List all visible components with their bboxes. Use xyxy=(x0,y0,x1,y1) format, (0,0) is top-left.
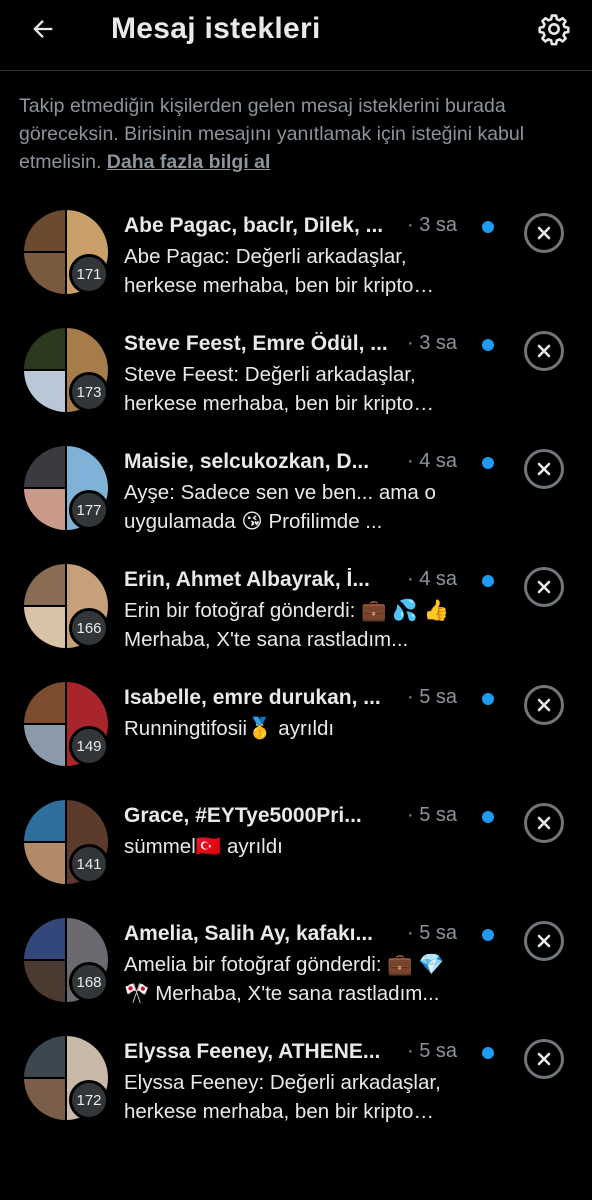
close-icon xyxy=(537,698,551,712)
avatar-image xyxy=(24,682,65,723)
conversation-name: Abe Pagac, baclr, Dilek, ... xyxy=(124,214,384,237)
request-row[interactable]: 168 Amelia, Salih Ay, kafakı... · 5 sa Amel… xyxy=(0,912,592,1030)
request-row[interactable]: 141 Grace, #EYTye5000Pri... · 5 sa sümmel🇹🇷… xyxy=(0,794,592,912)
close-icon xyxy=(537,462,551,476)
dismiss-button[interactable] xyxy=(524,567,564,607)
message-preview: Erin bir fotoğraf gönderdi: 💼 💦 👍 Merhab… xyxy=(124,599,449,651)
avatar-image xyxy=(24,371,65,412)
request-row[interactable]: 166 Erin, Ahmet Albayrak, İ... · 4 sa Erin … xyxy=(0,558,592,676)
unread-dot xyxy=(482,339,494,351)
settings-button[interactable] xyxy=(534,10,574,48)
avatar-image xyxy=(24,210,65,251)
unread-dot xyxy=(482,221,494,233)
message-preview: Elyssa Feeney: Değerli arkadaşlar, herke… xyxy=(124,1071,441,1123)
conversation-name: Erin, Ahmet Albayrak, İ... xyxy=(124,568,370,591)
member-count-badge: 141 xyxy=(69,844,109,884)
avatar-image xyxy=(24,446,65,487)
message-preview: Steve Feest: Değerli arkadaşlar, herkese… xyxy=(124,363,416,415)
message-preview: Runningtifosii🥇 ayrıldı xyxy=(124,717,335,740)
member-count-badge: 149 xyxy=(69,726,109,766)
dismiss-button[interactable] xyxy=(524,921,564,961)
page-title: Mesaj istekleri xyxy=(111,12,321,45)
dismiss-button[interactable] xyxy=(524,803,564,843)
avatar-image xyxy=(24,961,65,1002)
avatar-image xyxy=(24,253,65,294)
member-count-badge: 172 xyxy=(69,1080,109,1120)
timestamp: · 5 sa xyxy=(407,686,458,708)
message-preview: Ayşe: Sadece sen ve ben... ama o uygulam… xyxy=(124,481,436,533)
dismiss-button[interactable] xyxy=(524,213,564,253)
avatar-image xyxy=(24,725,65,766)
learn-more-link[interactable]: Daha fazla bilgi al xyxy=(107,151,271,173)
conversation-name: Maisie, selcukozkan, D... xyxy=(124,450,370,473)
conversation-name: Amelia, Salih Ay, kafakı... xyxy=(124,922,373,945)
info-description: Takip etmediğin kişilerden gelen mesaj i… xyxy=(19,95,525,173)
avatar-image xyxy=(24,843,65,884)
unread-dot xyxy=(482,811,494,823)
timestamp: · 3 sa xyxy=(407,332,458,354)
unread-dot xyxy=(482,457,494,469)
avatar-image xyxy=(24,918,65,959)
close-icon xyxy=(537,934,551,948)
close-icon xyxy=(537,226,551,240)
request-row[interactable]: 149 Isabelle, emre durukan, ... · 5 sa Runn… xyxy=(0,676,592,794)
avatar-image xyxy=(24,564,65,605)
request-row[interactable]: 177 Maisie, selcukozkan, D... · 4 sa Ayşe: … xyxy=(0,440,592,558)
conversation-name: Grace, #EYTye5000Pri... xyxy=(124,804,362,827)
timestamp: · 5 sa xyxy=(407,804,458,826)
dismiss-button[interactable] xyxy=(524,1039,564,1079)
timestamp: · 5 sa xyxy=(407,922,458,944)
arrow-left-icon xyxy=(33,20,53,38)
avatar-image xyxy=(24,607,65,648)
close-icon xyxy=(537,816,551,830)
member-count-badge: 173 xyxy=(69,372,109,412)
timestamp: · 5 sa xyxy=(407,1040,458,1062)
avatar-image xyxy=(24,1079,65,1120)
message-preview: sümmel🇹🇷 ayrıldı xyxy=(124,835,283,858)
member-count-badge: 177 xyxy=(69,490,109,530)
request-row[interactable]: 172 Elyssa Feeney, ATHENE... · 5 sa Elyssa … xyxy=(0,1030,592,1148)
unread-dot xyxy=(482,1047,494,1059)
member-count-badge: 168 xyxy=(69,962,109,1002)
message-preview: Abe Pagac: Değerli arkadaşlar, herkese m… xyxy=(124,245,414,297)
timestamp: · 4 sa xyxy=(407,568,458,590)
timestamp: · 3 sa xyxy=(407,214,458,236)
member-count-badge: 166 xyxy=(69,608,109,648)
request-row[interactable]: 171 Abe Pagac, baclr, Dilek, ... · 3 sa Abe… xyxy=(0,204,592,322)
close-icon xyxy=(537,580,551,594)
unread-dot xyxy=(482,929,494,941)
close-icon xyxy=(537,344,551,358)
back-button[interactable] xyxy=(26,12,60,46)
conversation-name: Steve Feest, Emre Ödül, ... xyxy=(124,332,388,355)
dismiss-button[interactable] xyxy=(524,331,564,371)
conversation-name: Elyssa Feeney, ATHENE... xyxy=(124,1040,381,1063)
message-preview: Amelia bir fotoğraf gönderdi: 💼 💎 🎌 Merh… xyxy=(124,953,444,1005)
top-bar: Mesaj istekleri xyxy=(0,0,592,71)
gear-icon xyxy=(538,14,570,46)
dismiss-button[interactable] xyxy=(524,685,564,725)
unread-dot xyxy=(482,693,494,705)
avatar-image xyxy=(24,328,65,369)
avatar-image xyxy=(24,800,65,841)
request-row[interactable]: 173 Steve Feest, Emre Ödül, ... · 3 sa Stev… xyxy=(0,322,592,440)
avatar-image xyxy=(24,1036,65,1077)
info-text: Takip etmediğin kişilerden gelen mesaj i… xyxy=(19,92,574,176)
avatar-image xyxy=(24,489,65,530)
timestamp: · 4 sa xyxy=(407,450,458,472)
close-icon xyxy=(537,1052,551,1066)
message-request-list: 171 Abe Pagac, baclr, Dilek, ... · 3 sa Abe… xyxy=(0,204,592,1148)
member-count-badge: 171 xyxy=(69,254,109,294)
dismiss-button[interactable] xyxy=(524,449,564,489)
unread-dot xyxy=(482,575,494,587)
conversation-name: Isabelle, emre durukan, ... xyxy=(124,686,381,709)
